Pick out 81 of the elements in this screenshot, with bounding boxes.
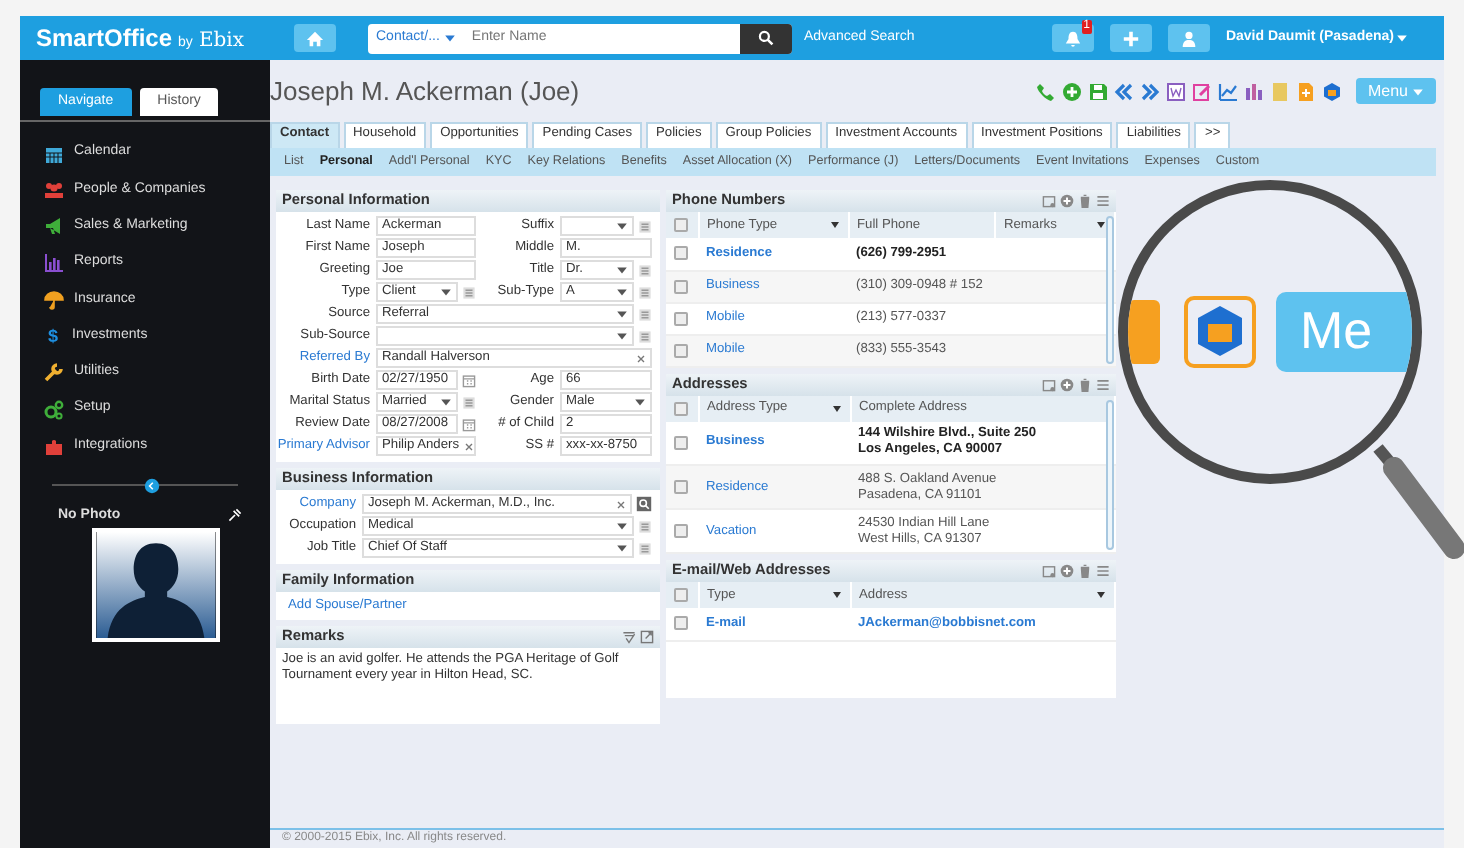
filter-icon[interactable]	[1096, 220, 1106, 230]
filter-icon[interactable]	[1096, 590, 1106, 600]
clear-icon[interactable]	[636, 353, 646, 363]
menu-icon[interactable]	[1096, 194, 1110, 208]
menu-icon[interactable]	[1096, 564, 1110, 578]
scrollbar[interactable]	[1106, 216, 1114, 363]
calendar-add-icon[interactable]	[1042, 564, 1056, 578]
menu-icon[interactable]	[1096, 377, 1110, 391]
add-circle-icon[interactable]	[1060, 564, 1074, 578]
row-checkbox[interactable]	[674, 246, 688, 261]
pin-icon[interactable]	[228, 508, 242, 523]
phone-icon[interactable]	[1035, 81, 1056, 101]
lookup-icon[interactable]	[636, 496, 652, 512]
clear-icon[interactable]	[463, 441, 473, 451]
save-icon[interactable]	[1087, 81, 1108, 101]
clear-icon[interactable]	[616, 499, 626, 509]
home-button[interactable]	[294, 24, 336, 52]
row-checkbox[interactable]	[674, 279, 688, 293]
scrollbar[interactable]	[1106, 399, 1114, 550]
row-checkbox[interactable]	[674, 435, 688, 450]
calendar-add-icon[interactable]	[1042, 194, 1056, 208]
list-icon[interactable]	[638, 519, 652, 533]
dropdown[interactable]	[560, 216, 634, 236]
logo-text: SmartOffice	[36, 23, 173, 52]
document-icon[interactable]	[1165, 81, 1186, 101]
calendar-add-icon[interactable]	[1042, 377, 1056, 391]
caret-icon	[443, 32, 456, 44]
filter-icon[interactable]	[831, 590, 841, 600]
dollar-icon: $	[44, 325, 62, 347]
trash-icon[interactable]	[1078, 194, 1092, 208]
collapse-handle-icon[interactable]	[144, 478, 160, 495]
row-checkbox[interactable]	[674, 616, 688, 631]
expand-icon[interactable]	[640, 629, 654, 644]
select-all-checkbox[interactable]	[674, 218, 688, 232]
plus-icon	[1121, 29, 1140, 47]
home-icon	[306, 29, 324, 47]
profile-button[interactable]	[1167, 24, 1210, 52]
line-chart-icon[interactable]	[1217, 81, 1238, 101]
calendar-icon[interactable]	[462, 417, 476, 431]
select-all-checkbox[interactable]	[674, 401, 688, 415]
filter-icon[interactable]	[829, 220, 839, 230]
magnifier-handle	[1370, 440, 1464, 560]
double-right-icon[interactable]	[1139, 81, 1160, 101]
row-checkbox[interactable]	[674, 311, 688, 325]
search-icon	[758, 30, 774, 46]
person-icon	[1179, 29, 1198, 47]
hexagon-icon[interactable]	[1321, 81, 1342, 101]
list-icon[interactable]	[638, 285, 652, 299]
edit-icon[interactable]	[1191, 81, 1212, 101]
bar-chart-icon[interactable]	[1243, 81, 1264, 101]
row-checkbox[interactable]	[674, 343, 688, 357]
trash-icon[interactable]	[1078, 564, 1092, 578]
caret-icon	[1396, 31, 1408, 44]
list-icon[interactable]	[638, 263, 652, 277]
row-checkbox[interactable]	[674, 524, 688, 538]
caret-icon	[1412, 85, 1424, 97]
list-icon[interactable]	[638, 219, 652, 233]
list-icon[interactable]	[638, 541, 652, 555]
add-circle-icon[interactable]	[1060, 377, 1074, 391]
bell-icon	[1063, 29, 1082, 47]
trash-icon[interactable]	[1078, 377, 1092, 391]
list-icon[interactable]	[638, 329, 652, 343]
caret-icon	[440, 396, 452, 408]
list-icon[interactable]	[462, 285, 476, 299]
contact-name-heading: Joseph M. Ackerman (Joe)	[270, 75, 580, 107]
search-button[interactable]	[740, 23, 792, 53]
add-circle-icon[interactable]	[1061, 81, 1082, 101]
brand-text: Ebix	[198, 29, 244, 53]
avatar-silhouette	[92, 528, 220, 643]
caret-icon	[616, 220, 628, 232]
row-checkbox[interactable]	[674, 480, 688, 494]
list-icon[interactable]	[638, 307, 652, 321]
list-icon[interactable]	[462, 395, 476, 409]
filter-icon[interactable]	[831, 403, 841, 413]
double-left-icon[interactable]	[1113, 81, 1134, 101]
add-circle-icon[interactable]	[1060, 194, 1074, 208]
calendar-icon[interactable]	[462, 373, 476, 387]
caret-icon	[634, 396, 646, 408]
select-all-checkbox[interactable]	[674, 588, 688, 602]
caret-icon	[440, 286, 452, 298]
add-button[interactable]	[1109, 24, 1152, 52]
